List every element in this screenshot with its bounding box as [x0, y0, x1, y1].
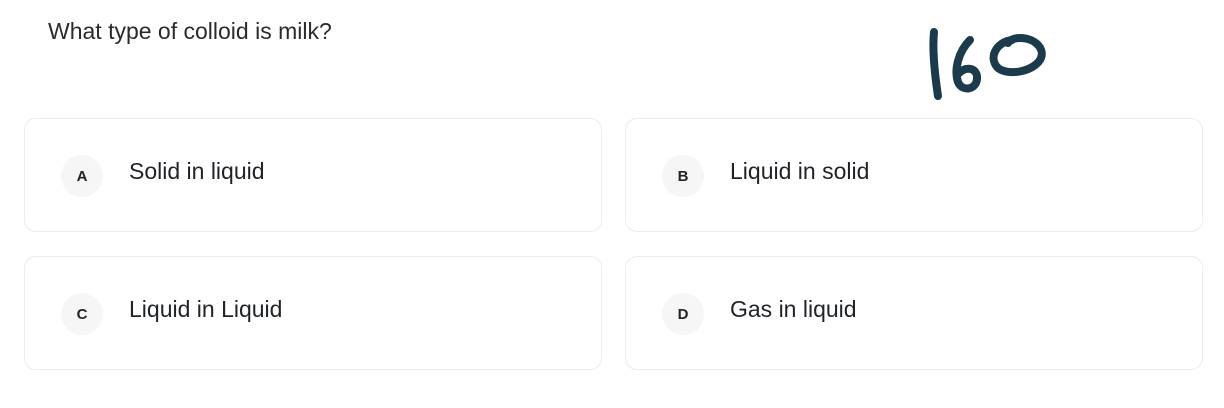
option-label: Liquid in solid: [730, 158, 870, 184]
option-letter-badge: D: [662, 293, 704, 335]
handwritten-number-annotation: [920, 18, 1060, 110]
handwritten-160-drawing: [929, 28, 1046, 100]
question-text: What type of colloid is milk?: [48, 18, 332, 44]
option-label: Liquid in Liquid: [129, 296, 283, 322]
option-c-button[interactable]: C Liquid in Liquid: [24, 256, 602, 370]
option-d-button[interactable]: D Gas in liquid: [625, 256, 1203, 370]
option-letter-badge: B: [662, 155, 704, 197]
option-a-button[interactable]: A Solid in liquid: [24, 118, 602, 232]
option-letter-badge: A: [61, 155, 103, 197]
option-label: Solid in liquid: [129, 158, 265, 184]
option-label: Gas in liquid: [730, 296, 857, 322]
option-letter-badge: C: [61, 293, 103, 335]
option-b-button[interactable]: B Liquid in solid: [625, 118, 1203, 232]
